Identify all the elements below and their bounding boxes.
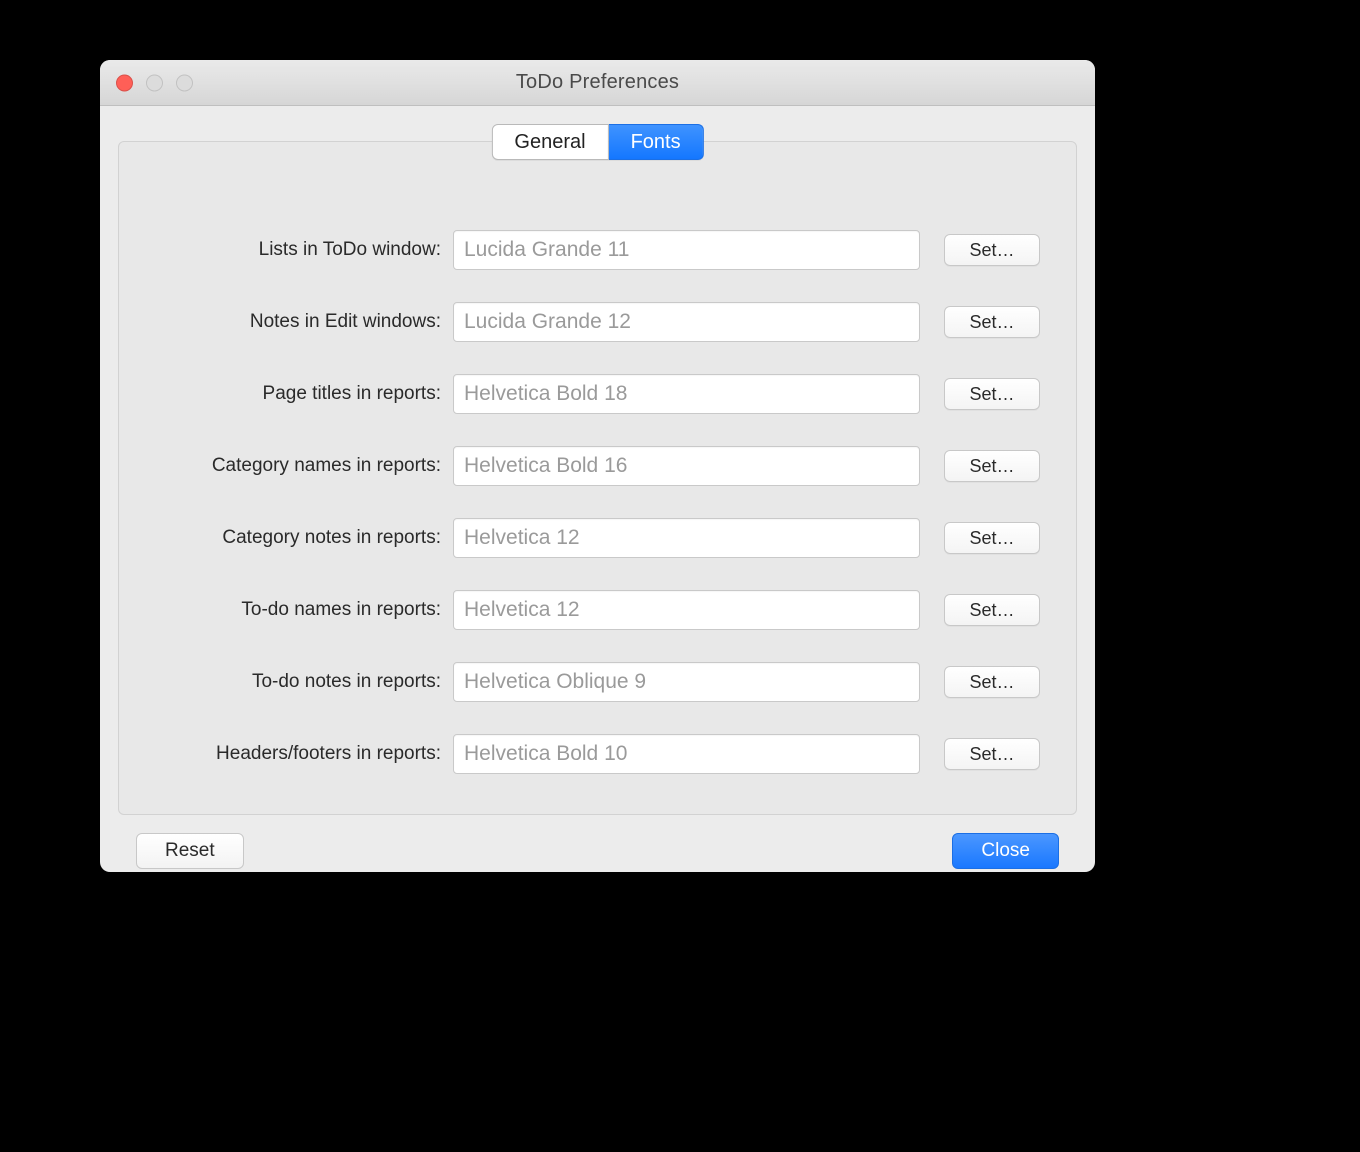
field-notes [453, 302, 920, 342]
label-notes: Notes in Edit windows: [155, 311, 443, 333]
set-button-page-titles[interactable]: Set… [944, 378, 1040, 410]
label-category-notes: Category notes in reports: [155, 527, 443, 549]
row-lists: Lists in ToDo window: Set… [155, 230, 1040, 270]
label-todo-names: To-do names in reports: [155, 599, 443, 621]
preferences-window: ToDo Preferences General Fonts Lists in … [100, 60, 1095, 872]
set-button-lists[interactable]: Set… [944, 234, 1040, 266]
set-button-notes[interactable]: Set… [944, 306, 1040, 338]
close-window-icon[interactable] [116, 74, 133, 91]
footer: Reset Close [118, 815, 1077, 869]
field-page-titles [453, 374, 920, 414]
label-headers-footers: Headers/footers in reports: [155, 743, 443, 765]
row-todo-names: To-do names in reports: Set… [155, 590, 1040, 630]
content-area: General Fonts Lists in ToDo window: Set…… [100, 141, 1095, 869]
tab-general[interactable]: General [491, 124, 608, 160]
label-page-titles: Page titles in reports: [155, 383, 443, 405]
row-todo-notes: To-do notes in reports: Set… [155, 662, 1040, 702]
set-button-todo-names[interactable]: Set… [944, 594, 1040, 626]
row-page-titles: Page titles in reports: Set… [155, 374, 1040, 414]
field-headers-footers [453, 734, 920, 774]
row-category-notes: Category notes in reports: Set… [155, 518, 1040, 558]
traffic-lights [116, 74, 193, 91]
set-button-todo-notes[interactable]: Set… [944, 666, 1040, 698]
close-button[interactable]: Close [952, 833, 1059, 869]
minimize-window-icon [146, 74, 163, 91]
tab-bar: General Fonts [491, 124, 703, 160]
label-category-names: Category names in reports: [155, 455, 443, 477]
reset-button[interactable]: Reset [136, 833, 244, 869]
field-todo-notes [453, 662, 920, 702]
row-headers-footers: Headers/footers in reports: Set… [155, 734, 1040, 774]
label-todo-notes: To-do notes in reports: [155, 671, 443, 693]
row-category-names: Category names in reports: Set… [155, 446, 1040, 486]
set-button-category-names[interactable]: Set… [944, 450, 1040, 482]
set-button-category-notes[interactable]: Set… [944, 522, 1040, 554]
row-notes: Notes in Edit windows: Set… [155, 302, 1040, 342]
field-lists [453, 230, 920, 270]
titlebar: ToDo Preferences [100, 60, 1095, 106]
field-category-notes [453, 518, 920, 558]
fonts-pane: General Fonts Lists in ToDo window: Set…… [118, 141, 1077, 815]
zoom-window-icon [176, 74, 193, 91]
field-category-names [453, 446, 920, 486]
field-todo-names [453, 590, 920, 630]
set-button-headers-footers[interactable]: Set… [944, 738, 1040, 770]
tab-fonts[interactable]: Fonts [609, 124, 704, 160]
window-title: ToDo Preferences [100, 71, 1095, 94]
label-lists: Lists in ToDo window: [155, 239, 443, 261]
